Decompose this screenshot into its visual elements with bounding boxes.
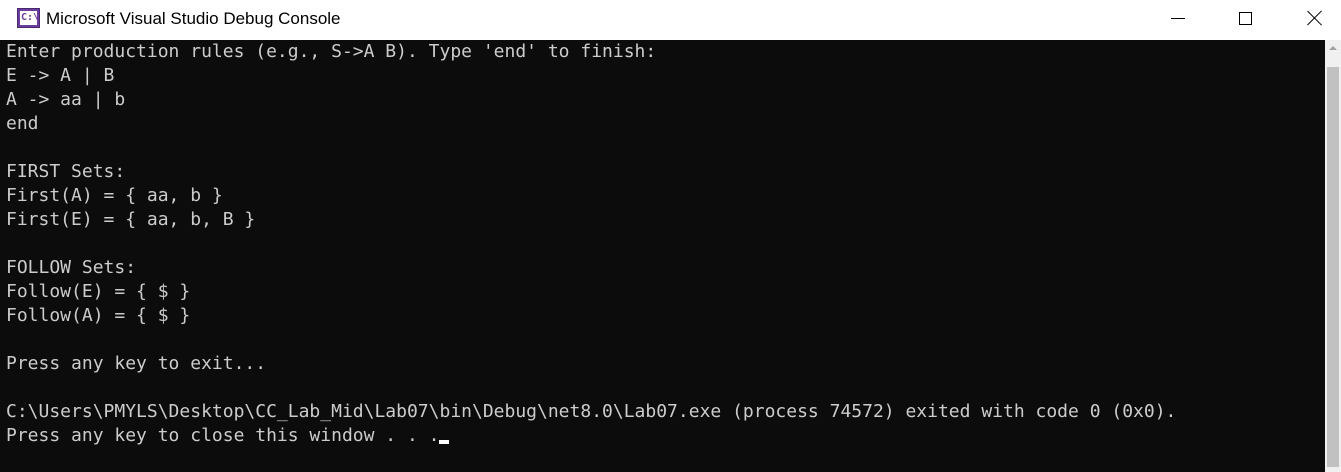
maximize-icon: [1238, 11, 1252, 25]
console-line: end: [6, 112, 1176, 136]
console-line: Enter production rules (e.g., S->A B). T…: [6, 40, 1176, 64]
console-line-text: Follow(E) = { $ }: [6, 281, 191, 302]
console-line-text: First(E) = { aa, b, B }: [6, 209, 256, 230]
visual-studio-console-icon: C:\: [17, 8, 40, 28]
scroll-up-button[interactable]: [1325, 40, 1341, 57]
console-line: Press any key to close this window . . .: [6, 424, 1176, 448]
title-bar[interactable]: C:\ Microsoft Visual Studio Debug Consol…: [0, 0, 1341, 40]
console-line-text: end: [6, 113, 39, 134]
close-icon: [1307, 10, 1323, 26]
console-line-text: Follow(A) = { $ }: [6, 305, 191, 326]
close-button[interactable]: [1292, 0, 1338, 36]
console-line-text: E -> A | B: [6, 65, 115, 86]
console-line: E -> A | B: [6, 64, 1176, 88]
console-line-text: Enter production rules (e.g., S->A B). T…: [6, 41, 657, 62]
scroll-thumb[interactable]: [1327, 67, 1339, 467]
console-line: Press any key to exit...: [6, 352, 1176, 376]
console-window: C:\ Microsoft Visual Studio Debug Consol…: [0, 0, 1341, 472]
console-line: C:\Users\PMYLS\Desktop\CC_Lab_Mid\Lab07\…: [6, 400, 1176, 424]
minimize-button[interactable]: [1155, 0, 1201, 36]
window-title: Microsoft Visual Studio Debug Console: [46, 9, 341, 28]
minimize-icon: [1171, 17, 1185, 19]
console-line-text: Press any key to close this window . . .: [6, 425, 440, 446]
console-icon-glyph: C:\: [21, 12, 40, 23]
console-line: Follow(E) = { $ }: [6, 280, 1176, 304]
console-line-text: FIRST Sets:: [6, 161, 126, 182]
console-line: First(E) = { aa, b, B }: [6, 208, 1176, 232]
console-line: A -> aa | b: [6, 88, 1176, 112]
console-line: FIRST Sets:: [6, 160, 1176, 184]
console-line-text: First(A) = { aa, b }: [6, 185, 223, 206]
vertical-scrollbar[interactable]: [1325, 40, 1341, 472]
console-line: FOLLOW Sets:: [6, 256, 1176, 280]
scroll-up-arrow-icon: [1329, 46, 1337, 50]
console-output[interactable]: Enter production rules (e.g., S->A B). T…: [0, 40, 1325, 472]
console-line-text: C:\Users\PMYLS\Desktop\CC_Lab_Mid\Lab07\…: [6, 401, 1177, 422]
console-text: Enter production rules (e.g., S->A B). T…: [6, 40, 1176, 448]
console-line: First(A) = { aa, b }: [6, 184, 1176, 208]
console-line-text: A -> aa | b: [6, 89, 126, 110]
console-line-text: FOLLOW Sets:: [6, 257, 137, 278]
console-line: Follow(A) = { $ }: [6, 304, 1176, 328]
text-cursor: [439, 440, 450, 444]
console-line-text: Press any key to exit...: [6, 353, 267, 374]
maximize-button[interactable]: [1222, 0, 1268, 36]
